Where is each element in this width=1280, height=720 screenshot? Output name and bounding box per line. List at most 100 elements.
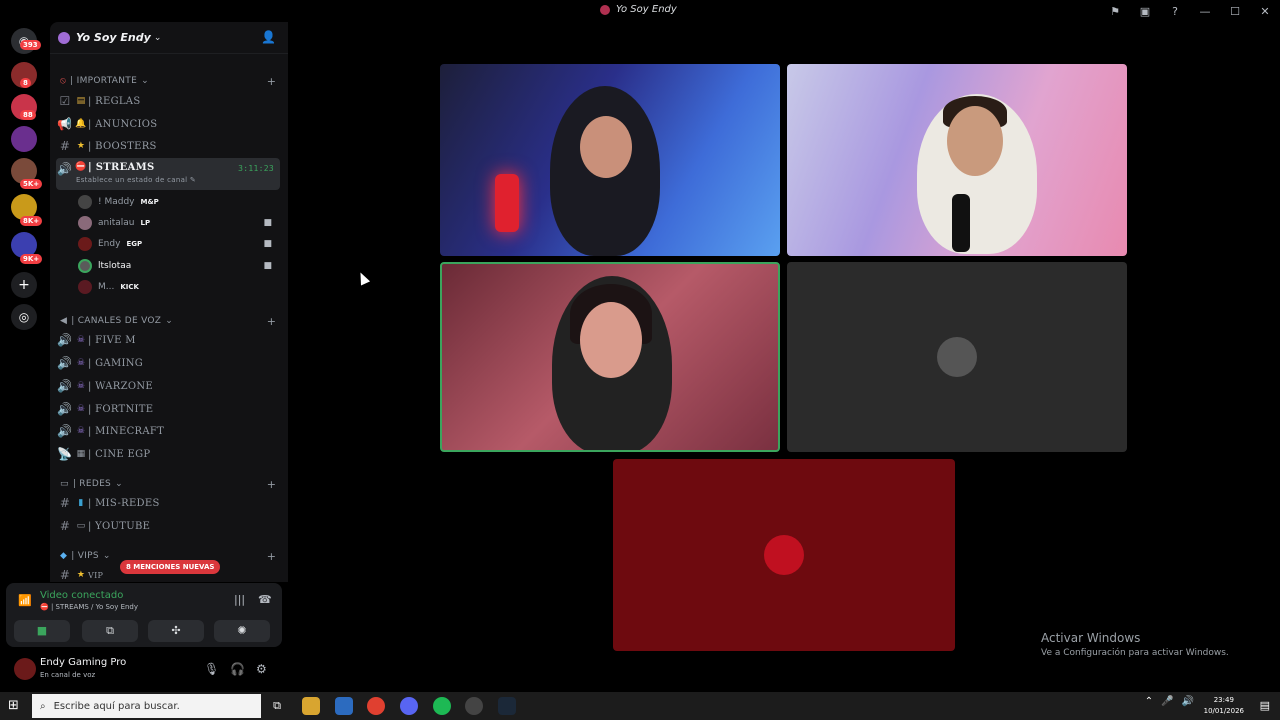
channel-cine[interactable]: 📡 ▦ | CINE EGP bbox=[56, 444, 280, 464]
disconnect-icon[interactable]: ☎ bbox=[258, 593, 272, 606]
title-bar: Yo Soy Endy ⚑ ▣ ? — ☐ ✕ bbox=[0, 0, 1280, 22]
category-vips[interactable]: ◆ | VIPS ⌄ bbox=[60, 551, 111, 561]
new-mentions-pill[interactable]: 8 MENCIONES NUEVAS bbox=[120, 560, 221, 574]
category-importante[interactable]: ⦸ | IMPORTANTE ⌄ bbox=[60, 76, 149, 86]
volume-icon[interactable]: 🔊 bbox=[1182, 696, 1194, 707]
channel-five-m[interactable]: 🔊 ☠ | FIVE M bbox=[56, 330, 280, 350]
voice-user[interactable]: Endy EGP ■ bbox=[78, 235, 278, 253]
channel-label: | MIS-REDES bbox=[88, 497, 160, 509]
voice-user[interactable]: M... KICK bbox=[78, 278, 278, 296]
guild-badge: 8K+ bbox=[20, 216, 43, 226]
channel-fortnite[interactable]: 🔊 ☠ | FORTNITE bbox=[56, 399, 280, 419]
voice-user[interactable]: anitalau LP ■ bbox=[78, 214, 278, 232]
channel-mis-redes[interactable]: # ▮ | MIS-REDES bbox=[56, 493, 280, 513]
minimize-button[interactable]: — bbox=[1190, 5, 1220, 18]
rules-icon: ☑ bbox=[59, 94, 71, 108]
headphones-icon[interactable]: 🎧 bbox=[230, 662, 245, 676]
category-voz[interactable]: ◀ | CANALES DE VOZ ⌄ bbox=[60, 316, 173, 326]
channel-gaming[interactable]: 🔊 ☠ | GAMING bbox=[56, 353, 280, 373]
video-tile-avatar[interactable] bbox=[787, 262, 1127, 452]
star-icon: ★ bbox=[76, 570, 86, 580]
add-channel-icon[interactable]: + bbox=[267, 75, 276, 88]
channel-reglas[interactable]: ☑ ▤ | REGLAS bbox=[56, 91, 280, 111]
obs-icon[interactable] bbox=[465, 697, 483, 715]
steam-icon[interactable] bbox=[498, 697, 516, 715]
chevron-down-icon: ⌄ bbox=[141, 76, 149, 86]
channel-streams[interactable]: 🔊 ⛔ | STREAMS 3:11:23 Establece un estado … bbox=[56, 158, 280, 190]
notification-icon[interactable]: ▤ bbox=[1260, 699, 1270, 712]
video-tile-avatar[interactable] bbox=[613, 459, 955, 651]
close-button[interactable]: ✕ bbox=[1250, 5, 1280, 18]
clock-date: 10/01/2026 bbox=[1203, 707, 1244, 715]
screen-share-button[interactable]: ⧉ bbox=[82, 620, 138, 642]
channel-status-text: Establece un estado de canal bbox=[76, 176, 188, 184]
chevron-up-icon[interactable]: ⌃ bbox=[1145, 696, 1153, 707]
channel-label: | STREAMS bbox=[88, 162, 155, 173]
taskbar: ⊞ ⌕ Escribe aquí para buscar. ⧉ ⌃ 🎤 🔊 23… bbox=[0, 692, 1280, 720]
windows-start-icon[interactable]: ⊞ bbox=[8, 698, 19, 713]
diamond-icon: ◆ bbox=[60, 551, 68, 561]
video-tile[interactable] bbox=[440, 64, 780, 256]
noise-suppression-icon[interactable]: ||| bbox=[234, 593, 245, 606]
voice-user-tag: KICK bbox=[120, 283, 139, 291]
speaker-icon: 🔊 bbox=[57, 379, 73, 393]
camera-button[interactable]: ■ bbox=[14, 620, 70, 642]
task-view-icon[interactable]: ⧉ bbox=[268, 697, 286, 715]
bell-icon: 🔔 bbox=[75, 119, 87, 129]
avatar[interactable] bbox=[14, 658, 36, 680]
help-icon[interactable]: ? bbox=[1160, 5, 1190, 18]
server-icon[interactable] bbox=[11, 126, 37, 152]
maximize-button[interactable]: ☐ bbox=[1220, 5, 1250, 18]
signal-icon[interactable]: 📶 bbox=[18, 594, 32, 607]
participant-video bbox=[917, 94, 1037, 254]
video-tile-speaking[interactable] bbox=[440, 262, 780, 452]
megaphone-icon: 📢 bbox=[57, 117, 73, 131]
add-channel-icon[interactable]: + bbox=[267, 550, 276, 563]
soundboard-button[interactable]: ✺ bbox=[214, 620, 270, 642]
add-server-icon[interactable]: + bbox=[11, 272, 37, 298]
channel-label: | MINECRAFT bbox=[88, 425, 165, 437]
channel-status[interactable]: Establece un estado de canal ✎ bbox=[76, 176, 196, 184]
film-icon: ▦ bbox=[76, 449, 86, 459]
no-entry-icon: ⦸ bbox=[60, 76, 67, 86]
microphone-icon[interactable]: 🎙 bbox=[204, 662, 219, 676]
user-status: En canal de voz bbox=[40, 671, 96, 679]
store-icon[interactable] bbox=[335, 697, 353, 715]
guild-badge: 9K+ bbox=[20, 254, 43, 264]
channel-warzone[interactable]: 🔊 ☠ | WARZONE bbox=[56, 376, 280, 396]
settings-gear-icon[interactable]: ⚙ bbox=[256, 662, 267, 676]
invite-icon[interactable]: 👤 bbox=[261, 30, 276, 44]
server-header[interactable]: Yo Soy Endy ⌄ 👤 bbox=[50, 22, 288, 54]
star-icon: ★ bbox=[76, 141, 86, 151]
taskbar-search[interactable]: ⌕ Escribe aquí para buscar. bbox=[32, 694, 261, 718]
avatar bbox=[78, 195, 92, 209]
voice-user[interactable]: ! Maddy M&P bbox=[78, 193, 278, 211]
speaker-icon: 🔊 bbox=[57, 162, 73, 176]
channel-label: | ANUNCIOS bbox=[88, 118, 158, 130]
channel-label: | REGLAS bbox=[88, 95, 141, 107]
activities-button[interactable]: ✣ bbox=[148, 620, 204, 642]
discord-app-icon[interactable] bbox=[400, 697, 418, 715]
microphone-icon[interactable]: 🎤 bbox=[1161, 696, 1173, 707]
voice-channel-link[interactable]: ⛔ | STREAMS / Yo Soy Endy bbox=[40, 603, 138, 611]
video-tile[interactable] bbox=[787, 64, 1127, 256]
chrome-icon[interactable] bbox=[367, 697, 385, 715]
file-explorer-icon[interactable] bbox=[302, 697, 320, 715]
voice-user[interactable]: ltslotaa ■ bbox=[78, 257, 278, 275]
category-label: | VIPS bbox=[71, 551, 99, 561]
system-clock[interactable]: 23:49 10/01/2026 bbox=[1204, 695, 1244, 717]
spotify-icon[interactable] bbox=[433, 697, 451, 715]
inbox-icon[interactable]: ⚑ bbox=[1100, 5, 1130, 18]
channel-minecraft[interactable]: 🔊 ☠ | MINECRAFT bbox=[56, 421, 280, 441]
add-channel-icon[interactable]: + bbox=[267, 315, 276, 328]
channel-youtube[interactable]: # ▭ | YOUTUBE bbox=[56, 516, 280, 536]
channel-label: VIP bbox=[88, 570, 104, 580]
user-name[interactable]: Endy Gaming Pro bbox=[40, 657, 126, 668]
explore-icon[interactable]: ◎ bbox=[11, 304, 37, 330]
category-redes[interactable]: ▭ | REDES ⌄ bbox=[60, 479, 123, 489]
add-channel-icon[interactable]: + bbox=[267, 478, 276, 491]
screen-icon[interactable]: ▣ bbox=[1130, 5, 1160, 18]
channel-anuncios[interactable]: 📢 🔔 | ANUNCIOS bbox=[56, 114, 280, 134]
channel-boosters[interactable]: # ★ | BOOSTERS bbox=[56, 136, 280, 156]
voice-user-tag: LP bbox=[140, 219, 151, 227]
